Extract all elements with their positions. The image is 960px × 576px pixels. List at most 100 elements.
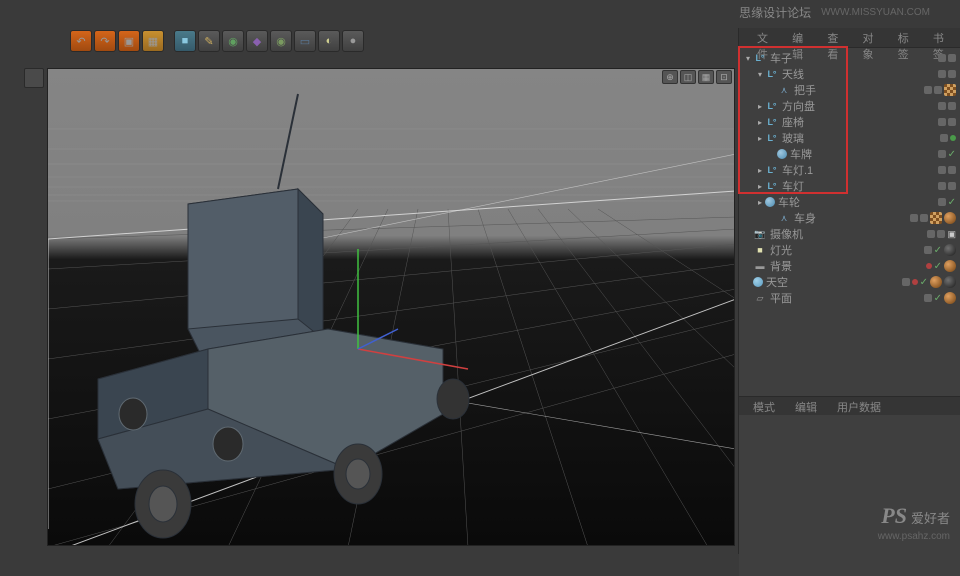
expand-icon[interactable]: ▾	[755, 69, 765, 79]
camera-button[interactable]: ▭	[294, 30, 316, 52]
tab-bookmarks[interactable]: 书签	[925, 28, 960, 47]
vis-dot[interactable]	[910, 214, 918, 222]
tree-row-seat[interactable]: ▸ L° 座椅	[739, 114, 960, 130]
spacer	[743, 293, 753, 303]
strip-btn-1[interactable]	[24, 68, 44, 88]
tab-view[interactable]: 查看	[819, 28, 854, 47]
expand-icon[interactable]: ▸	[755, 117, 765, 127]
tab-edit2[interactable]: 编辑	[791, 397, 821, 415]
cube-button[interactable]: ■	[174, 30, 196, 52]
tab-objects[interactable]: 对象	[855, 28, 890, 47]
material-tag[interactable]	[944, 292, 956, 304]
vis-dot[interactable]	[920, 214, 928, 222]
environment-button[interactable]: ◉	[270, 30, 292, 52]
render-settings-button[interactable]: ▦	[142, 30, 164, 52]
tree-row-headlight[interactable]: ▸ L° 车灯	[739, 178, 960, 194]
check-icon[interactable]: ✓	[948, 197, 956, 208]
render-view-button[interactable]: ▣	[118, 30, 140, 52]
expand-icon[interactable]: ▸	[755, 101, 765, 111]
spacer	[743, 245, 753, 255]
check-icon[interactable]: ✓	[934, 261, 942, 272]
tree-row-wheels[interactable]: ▸ 车轮 ✓	[739, 194, 960, 210]
expand-icon[interactable]: ▸	[755, 181, 765, 191]
vis-dot[interactable]	[938, 118, 946, 126]
vis-dot[interactable]	[938, 54, 946, 62]
pen-button[interactable]: ✎	[198, 30, 220, 52]
material-tag[interactable]	[930, 276, 942, 288]
vis-dot[interactable]	[948, 166, 956, 174]
null-icon: L°	[765, 179, 779, 193]
vis-dot[interactable]	[950, 135, 956, 141]
left-tool-strip	[24, 68, 46, 88]
tree-row-glass[interactable]: ▸ L° 玻璃	[739, 130, 960, 146]
vp-pan-button[interactable]: ⊕	[662, 70, 678, 84]
deformer-button[interactable]: ◆	[246, 30, 268, 52]
vis-dot[interactable]	[926, 263, 932, 269]
tree-row-plane[interactable]: ▱ 平面 ✓	[739, 290, 960, 306]
material-tag[interactable]	[944, 260, 956, 272]
render-view-icon: ▣	[124, 35, 134, 48]
tab-mode[interactable]: 模式	[749, 397, 779, 415]
check-icon[interactable]: ✓	[934, 245, 942, 256]
vis-dot[interactable]	[924, 86, 932, 94]
tree-row-sky[interactable]: 天空 ✓	[739, 274, 960, 290]
tab-userdata[interactable]: 用户数据	[833, 397, 885, 415]
tree-row-camera[interactable]: 📷 摄像机 ▣	[739, 226, 960, 242]
redo-icon: ↷	[100, 35, 109, 48]
vis-dot[interactable]	[938, 70, 946, 78]
vis-dot[interactable]	[938, 166, 946, 174]
vp-zoom-button[interactable]: ◫	[680, 70, 696, 84]
check-icon[interactable]: ✓	[920, 277, 928, 288]
check-icon[interactable]: ✓	[948, 149, 956, 160]
vis-dot[interactable]	[902, 278, 910, 286]
tree-row-steering[interactable]: ▸ L° 方向盘	[739, 98, 960, 114]
active-cam-icon[interactable]: ▣	[947, 229, 956, 240]
vis-dot[interactable]	[927, 230, 935, 238]
vis-dot[interactable]	[948, 118, 956, 126]
phong-tag[interactable]	[944, 212, 956, 224]
undo-button[interactable]: ↶	[70, 30, 92, 52]
tree-row-antenna[interactable]: ▾ L° 天线	[739, 66, 960, 82]
check-icon[interactable]: ✓	[934, 293, 942, 304]
vis-dot[interactable]	[938, 198, 946, 206]
vis-dot[interactable]	[924, 246, 932, 254]
vis-dot[interactable]	[912, 279, 918, 285]
vis-dot[interactable]	[937, 230, 945, 238]
tab-file[interactable]: 文件	[749, 28, 784, 47]
tab-tags[interactable]: 标签	[890, 28, 925, 47]
subdivision-button[interactable]: ◉	[222, 30, 244, 52]
vis-dot[interactable]	[940, 134, 948, 142]
tree-row-plate[interactable]: 车牌 ✓	[739, 146, 960, 162]
vis-dot[interactable]	[948, 70, 956, 78]
expand-icon[interactable]: ▾	[743, 53, 753, 63]
tree-row-headlight1[interactable]: ▸ L° 车灯.1	[739, 162, 960, 178]
vis-dot[interactable]	[924, 294, 932, 302]
tree-row-handle[interactable]: ⋏ 把手	[739, 82, 960, 98]
vp-rotate-button[interactable]: ▦	[698, 70, 714, 84]
material-tag[interactable]	[944, 276, 956, 288]
vis-dot[interactable]	[948, 102, 956, 110]
expand-icon[interactable]: ▸	[755, 133, 765, 143]
tree-row-light[interactable]: ■ 灯光 ✓	[739, 242, 960, 258]
material-tag[interactable]	[944, 244, 956, 256]
light-button[interactable]: ◐	[318, 30, 340, 52]
viewport-3d[interactable]	[47, 68, 735, 546]
vp-layout-button[interactable]: ⊡	[716, 70, 732, 84]
vis-dot[interactable]	[948, 54, 956, 62]
vis-dot[interactable]	[948, 182, 956, 190]
tree-row-background[interactable]: ▬ 背景 ✓	[739, 258, 960, 274]
redo-button[interactable]: ↷	[94, 30, 116, 52]
vis-dot[interactable]	[938, 150, 946, 158]
ps-url: www.psahz.com	[878, 531, 950, 542]
expand-icon[interactable]: ▸	[755, 197, 765, 207]
tree-row-car[interactable]: ▾ L° 车子	[739, 50, 960, 66]
vis-dot[interactable]	[938, 182, 946, 190]
vis-dot[interactable]	[934, 86, 942, 94]
tree-row-body[interactable]: ⋏ 车身	[739, 210, 960, 226]
material-tag[interactable]	[930, 212, 942, 224]
expand-icon[interactable]: ▸	[755, 165, 765, 175]
vis-dot[interactable]	[938, 102, 946, 110]
scene-button[interactable]: ●	[342, 30, 364, 52]
tab-edit[interactable]: 编辑	[784, 28, 819, 47]
material-tag[interactable]	[944, 84, 956, 96]
